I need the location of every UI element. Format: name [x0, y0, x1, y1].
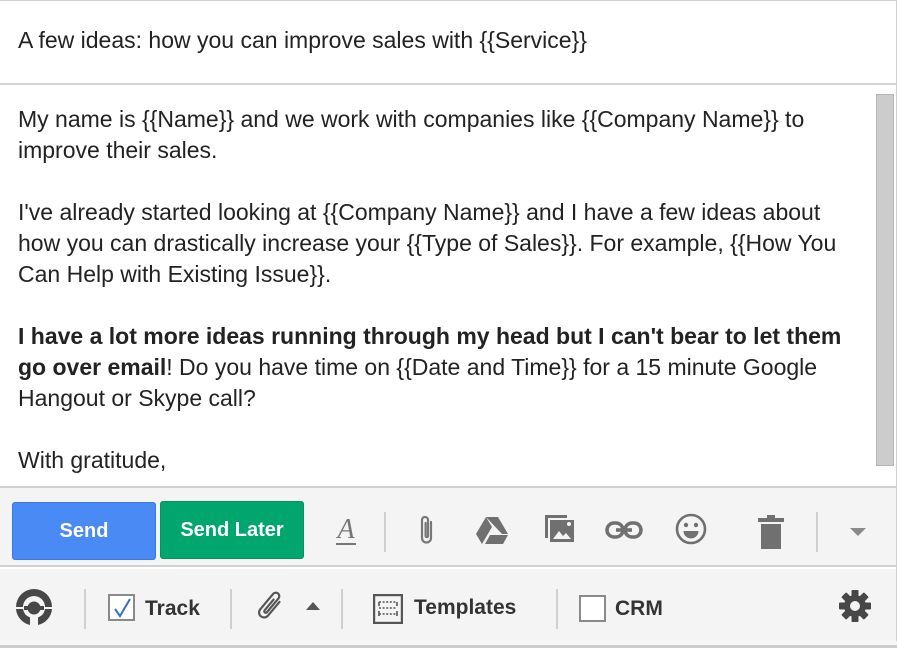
- crm-checkbox[interactable]: [579, 595, 606, 622]
- attachments-dropdown-icon[interactable]: [304, 599, 322, 613]
- toolbar-divider: [816, 512, 818, 552]
- attach-icon[interactable]: [412, 510, 442, 550]
- scrollbar-thumb[interactable]: [876, 94, 894, 466]
- drive-icon[interactable]: [474, 514, 510, 546]
- window-bottom-edge: [0, 641, 897, 648]
- subject-field[interactable]: A few ideas: how you can improve sales w…: [0, 1, 896, 85]
- body-paragraph-text: I've already started looking at {{Compan…: [18, 199, 837, 287]
- track-label[interactable]: Track: [145, 597, 200, 621]
- bar-divider: [341, 589, 343, 629]
- track-checkbox[interactable]: [108, 594, 135, 621]
- bar-divider: [556, 589, 558, 629]
- extension-bar: Track Templates CRM: [0, 569, 896, 641]
- svg-text:A: A: [335, 514, 355, 545]
- formatting-icon[interactable]: A: [328, 508, 364, 552]
- bar-divider: [84, 589, 86, 629]
- compose-toolbar: Send Send Later A: [0, 486, 896, 567]
- extension-logo-icon[interactable]: [12, 585, 56, 629]
- send-later-button[interactable]: Send Later: [160, 501, 304, 559]
- crm-label[interactable]: CRM: [615, 597, 663, 621]
- body-paragraph: I have a lot more ideas running through …: [18, 321, 868, 414]
- compose-window: A few ideas: how you can improve sales w…: [0, 0, 897, 648]
- message-body-text[interactable]: My name is {{Name}} and we work with com…: [18, 104, 868, 486]
- emoji-icon[interactable]: [672, 510, 710, 548]
- signoff: With gratitude,: [18, 447, 167, 473]
- body-paragraph: My name is {{Name}} and we work with com…: [18, 106, 805, 163]
- bar-divider: [230, 589, 232, 629]
- attachments-icon[interactable]: [252, 587, 288, 627]
- trash-icon[interactable]: [755, 512, 787, 552]
- link-icon[interactable]: [604, 516, 644, 544]
- templates-label[interactable]: Templates: [414, 596, 516, 620]
- body-paragraph: I've already started looking at {{Compan…: [18, 197, 868, 290]
- more-options-icon[interactable]: [846, 522, 870, 540]
- message-body[interactable]: My name is {{Name}} and we work with com…: [0, 87, 896, 486]
- settings-gear-icon[interactable]: [836, 587, 874, 625]
- templates-icon[interactable]: [372, 593, 404, 625]
- subject-text[interactable]: A few ideas: how you can improve sales w…: [18, 27, 587, 54]
- send-button[interactable]: Send: [12, 502, 156, 560]
- toolbar-divider: [384, 512, 386, 552]
- insert-photo-icon[interactable]: [541, 510, 577, 546]
